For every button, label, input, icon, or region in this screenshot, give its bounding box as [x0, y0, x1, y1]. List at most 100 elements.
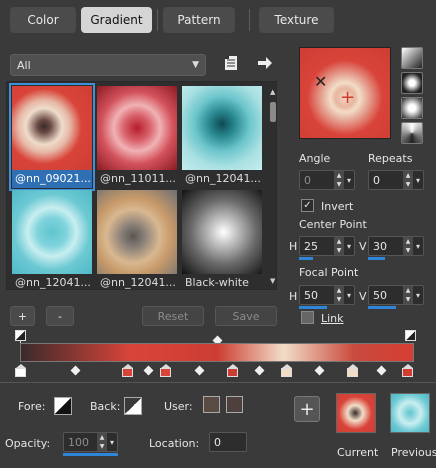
- sunburst-gradient-type-button[interactable]: [401, 122, 423, 144]
- focal-v-field[interactable]: 50 ▲ ▼ ▾: [368, 285, 424, 305]
- color-midpoint[interactable]: [194, 365, 205, 376]
- rectangular-gradient-type-button[interactable]: [401, 72, 423, 94]
- chevron-down-icon[interactable]: ▾: [413, 242, 423, 251]
- scroll-down-icon[interactable]: ▼: [270, 277, 275, 285]
- arrow-right-icon[interactable]: [256, 55, 274, 71]
- focal-h-slider[interactable]: [299, 306, 327, 309]
- color-stop[interactable]: [160, 364, 171, 377]
- radial-gradient-type-button[interactable]: [401, 97, 423, 119]
- angle-field[interactable]: 0 ▲ ▼ ▾: [299, 170, 355, 190]
- chevron-down-icon[interactable]: ▾: [344, 242, 354, 251]
- opacity-stepper[interactable]: ▲ ▼: [97, 433, 107, 451]
- gallery-item[interactable]: @nn_11011...: [97, 86, 177, 188]
- focal-point-crosshair-icon[interactable]: +: [340, 89, 355, 107]
- save-button[interactable]: Save: [215, 306, 277, 326]
- scrollbar-thumb[interactable]: [270, 102, 276, 122]
- color-midpoint[interactable]: [314, 365, 325, 376]
- chevron-down-icon: ▼: [192, 60, 199, 70]
- tab-pattern[interactable]: Pattern: [163, 7, 235, 33]
- color-stop[interactable]: [15, 364, 26, 377]
- gradient-thumbnail: [12, 190, 92, 274]
- remove-gradient-button[interactable]: -: [46, 306, 74, 326]
- focal-v-stepper[interactable]: ▲ ▼: [403, 286, 413, 304]
- focal-h-field[interactable]: 50 ▲ ▼ ▾: [299, 285, 355, 305]
- location-field[interactable]: 0: [209, 432, 247, 452]
- opacity-value: 100: [68, 435, 89, 449]
- tab-divider: [249, 9, 250, 31]
- gradient-preview[interactable]: ✕ +: [299, 47, 391, 139]
- center-v-stepper[interactable]: ▲ ▼: [403, 237, 413, 255]
- focal-v-slider[interactable]: [368, 306, 396, 309]
- color-midpoint[interactable]: [143, 365, 154, 376]
- repeats-stepper[interactable]: ▲ ▼: [403, 171, 413, 189]
- color-stop[interactable]: [402, 364, 413, 377]
- location-value: 0: [214, 435, 221, 449]
- center-h-stepper[interactable]: ▲ ▼: [334, 237, 344, 255]
- chevron-down-icon[interactable]: ▾: [344, 291, 354, 300]
- chevron-down-icon[interactable]: ▾: [344, 176, 354, 185]
- chevron-down-icon[interactable]: ▾: [107, 438, 117, 447]
- gradient-bar[interactable]: [20, 343, 414, 362]
- gallery-item[interactable]: @nn_12041...: [12, 190, 92, 292]
- center-h-slider[interactable]: [299, 257, 313, 260]
- gallery-item-label: @nn_12041...: [100, 276, 176, 289]
- opacity-field[interactable]: 100 ▲ ▼ ▾: [63, 432, 118, 452]
- transparency-stop-left[interactable]: [15, 330, 26, 341]
- repeats-field[interactable]: 0 ▲ ▼ ▾: [368, 170, 424, 190]
- category-dropdown-value: All: [17, 58, 31, 72]
- gallery-item-label: @nn_09021...: [12, 170, 92, 188]
- reset-button[interactable]: Reset: [142, 306, 204, 326]
- center-h-value: 25: [304, 239, 318, 253]
- category-dropdown[interactable]: All ▼: [10, 54, 206, 76]
- foreground-stop-button[interactable]: [54, 397, 72, 415]
- tab-texture[interactable]: Texture: [259, 7, 334, 33]
- link-label: Link: [321, 312, 344, 325]
- gradient-thumbnail: [12, 86, 92, 170]
- chevron-down-icon[interactable]: ▾: [413, 291, 423, 300]
- repeats-label: Repeats: [368, 152, 413, 165]
- scroll-up-icon[interactable]: ▲: [270, 88, 275, 96]
- color-stop[interactable]: [347, 364, 358, 377]
- angle-stepper[interactable]: ▲ ▼: [334, 171, 344, 189]
- center-h-field[interactable]: 25 ▲ ▼ ▾: [299, 236, 355, 256]
- center-v-field[interactable]: 30 ▲ ▼ ▾: [368, 236, 424, 256]
- gallery-item[interactable]: @nn_09021...: [9, 83, 95, 191]
- resource-menu-icon[interactable]: [223, 55, 239, 71]
- color-midpoint[interactable]: [70, 365, 81, 376]
- gradient-thumbnail: [182, 86, 262, 170]
- divider: [0, 382, 436, 383]
- background-stop-button[interactable]: [124, 397, 142, 415]
- chevron-down-icon[interactable]: ▾: [413, 176, 423, 185]
- previous-gradient-thumbnail[interactable]: [390, 393, 430, 433]
- color-midpoint[interactable]: [376, 365, 387, 376]
- center-point-crosshair-icon[interactable]: ✕: [314, 74, 327, 90]
- color-stop[interactable]: [281, 364, 292, 377]
- gradient-thumbnail: [97, 86, 177, 170]
- gallery-item[interactable]: @nn_12041...: [182, 86, 262, 188]
- gradient-thumbnail: [97, 190, 177, 274]
- user-color-swatch[interactable]: [226, 396, 243, 413]
- link-checkbox[interactable]: [301, 311, 314, 324]
- user-color-swatch[interactable]: [203, 396, 220, 413]
- invert-checkbox[interactable]: ✓: [301, 199, 314, 212]
- add-to-swatches-button[interactable]: +: [294, 396, 320, 422]
- linear-gradient-type-button[interactable]: [401, 47, 423, 69]
- gallery-item[interactable]: Black-white: [182, 190, 262, 292]
- gallery-scrollbar[interactable]: ▲ ▼: [270, 88, 276, 286]
- user-label: User:: [164, 400, 193, 413]
- color-stop[interactable]: [227, 364, 238, 377]
- tab-gradient[interactable]: Gradient: [81, 7, 152, 33]
- back-label: Back:: [90, 400, 121, 413]
- tab-color[interactable]: Color: [10, 7, 76, 33]
- current-gradient-thumbnail[interactable]: [336, 393, 376, 433]
- focal-h-label: H: [289, 290, 298, 303]
- opacity-slider[interactable]: [63, 453, 118, 456]
- color-stop[interactable]: [122, 364, 133, 377]
- center-v-slider[interactable]: [368, 257, 385, 260]
- focal-h-stepper[interactable]: ▲ ▼: [334, 286, 344, 304]
- gallery-item-label: @nn_12041...: [15, 276, 91, 289]
- transparency-stop-right[interactable]: [405, 330, 416, 341]
- gallery-item[interactable]: @nn_12041...: [97, 190, 177, 292]
- color-midpoint[interactable]: [254, 365, 265, 376]
- add-gradient-button[interactable]: +: [10, 306, 35, 326]
